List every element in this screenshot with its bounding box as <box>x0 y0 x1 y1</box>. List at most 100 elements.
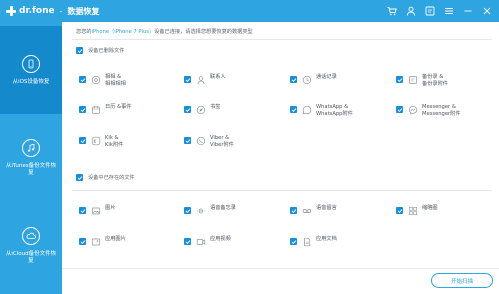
hint-prefix: 您您的 <box>76 29 92 35</box>
close-icon[interactable] <box>481 5 493 17</box>
sidebar-item-label: 从iCloud备份文件恢复 <box>5 251 57 264</box>
thumbnail-icon <box>407 205 418 216</box>
item-calendar[interactable]: 日历 &事件 <box>79 104 131 115</box>
item-label: 相相 & 相相相相 <box>105 74 126 87</box>
checkbox[interactable] <box>396 76 403 83</box>
checkbox[interactable] <box>76 47 83 54</box>
item-contacts[interactable]: 联系人 <box>184 74 226 85</box>
item-label: 备份录 & 备份录附件 <box>422 74 448 87</box>
section-existing-files[interactable]: 设备中已存在的文件 <box>76 174 135 181</box>
divider <box>72 39 492 40</box>
checkbox[interactable] <box>184 137 191 144</box>
kik-icon <box>90 135 101 146</box>
checkbox[interactable] <box>290 76 297 83</box>
item-label: Messenger & Messenger附件 <box>422 104 461 117</box>
item-label: 缩略图 <box>422 205 438 211</box>
divider <box>72 190 492 191</box>
item-app-photos[interactable]: 应用图片 <box>79 236 126 247</box>
cloud-icon <box>22 227 40 245</box>
checkbox[interactable] <box>184 207 191 214</box>
checkbox[interactable] <box>79 207 86 214</box>
title-separator: - <box>59 6 63 16</box>
cart-icon[interactable] <box>386 5 398 17</box>
sidebar-item-label: 从iTunes备份文件恢复 <box>5 163 57 176</box>
voicemail-icon <box>407 74 418 85</box>
item-call-log[interactable]: 通话记录 <box>290 74 337 85</box>
item-label: 书签 <box>210 104 221 110</box>
messenger-icon <box>407 104 418 115</box>
menu-icon[interactable] <box>443 5 455 17</box>
sidebar-item-icloud-backup[interactable]: 从iCloud备份文件恢复 <box>0 202 62 290</box>
drfone-plus-icon <box>6 6 16 16</box>
app-photo-icon <box>90 236 101 247</box>
footer-divider <box>62 268 499 269</box>
item-kik[interactable]: Kik & Kik附件 <box>79 135 123 148</box>
item-images[interactable]: 图片 <box>79 205 115 216</box>
checkbox[interactable] <box>184 76 191 83</box>
item-label: WhatsApp & WhatsApp附件 <box>316 104 353 117</box>
item-label: 日历 &事件 <box>105 104 132 110</box>
user-icon[interactable] <box>405 5 417 17</box>
start-scan-button[interactable]: 开始扫描 <box>431 273 493 288</box>
item-whatsapp[interactable]: WhatsApp & WhatsApp附件 <box>290 104 353 117</box>
item-label: Viber & Viber附件 <box>210 135 234 148</box>
app-document-icon <box>301 236 312 247</box>
checkbox[interactable] <box>396 106 403 113</box>
checkbox[interactable] <box>290 106 297 113</box>
checkbox[interactable] <box>79 137 86 144</box>
phone-icon <box>22 54 40 73</box>
checkbox[interactable] <box>79 76 86 83</box>
item-voice-memos[interactable]: 备份录 & 备份录附件 <box>396 74 448 87</box>
section-label: 设备中已存在的文件 <box>88 175 135 181</box>
viber-icon <box>195 135 206 146</box>
main-panel: 您您的iPhone（iPhone 7 Plus）设备已连接，请选择您想要恢复的数… <box>62 22 499 294</box>
contacts-icon <box>195 74 206 85</box>
app-video-icon <box>195 236 206 247</box>
sidebar-item-itunes-backup[interactable]: 从iTunes备份文件恢复 <box>0 114 62 202</box>
checkbox[interactable] <box>76 174 83 181</box>
item-app-documents[interactable]: 应用文档 <box>290 236 337 247</box>
item-app-videos[interactable]: 应用视频 <box>184 236 231 247</box>
whatsapp-icon <box>301 104 312 115</box>
checkbox[interactable] <box>79 238 86 245</box>
item-viber[interactable]: Viber & Viber附件 <box>184 135 234 148</box>
item-label: 应用文档 <box>316 236 337 242</box>
image-icon <box>90 205 101 216</box>
item-label: 通话记录 <box>316 74 337 80</box>
checkbox[interactable] <box>290 207 297 214</box>
item-photos[interactable]: 相相 & 相相相相 <box>79 74 126 87</box>
voice-memo-icon <box>195 205 206 216</box>
checkbox[interactable] <box>184 106 191 113</box>
checkbox[interactable] <box>396 207 403 214</box>
checkbox[interactable] <box>290 238 297 245</box>
brand-name: dr.fone <box>19 6 55 16</box>
calendar-icon <box>90 104 101 115</box>
item-messenger[interactable]: Messenger & Messenger附件 <box>396 104 461 117</box>
item-thumbnails[interactable]: 缩略图 <box>396 205 438 216</box>
title-bar: dr.fone - 数据恢复 <box>0 0 499 22</box>
item-label: 应用视频 <box>210 236 231 242</box>
safari-icon <box>195 104 206 115</box>
checkbox[interactable] <box>184 238 191 245</box>
item-bookmarks[interactable]: 书签 <box>184 104 220 115</box>
sidebar: 从iOS设备恢复 从iTunes备份文件恢复 从iCloud备份文件恢复 <box>0 22 62 294</box>
photo-icon <box>90 74 101 85</box>
voice-mail-icon <box>301 205 312 216</box>
app-logo: dr.fone - 数据恢复 <box>6 4 100 18</box>
call-log-icon <box>301 74 312 85</box>
feedback-icon[interactable] <box>424 5 436 17</box>
sidebar-item-ios-device[interactable]: 从iOS设备恢复 <box>0 26 62 114</box>
hint-suffix: 设备已连接，请选择您想要恢复的数据类型 <box>154 29 253 35</box>
item-label: 语音备忘录 <box>210 205 236 211</box>
item-label: 图片 <box>105 205 116 211</box>
device-name: iPhone（iPhone 7 Plus） <box>91 29 155 35</box>
section-label: 设备已删除文件 <box>88 48 125 54</box>
sidebar-item-label: 从iOS设备恢复 <box>12 78 50 85</box>
checkbox[interactable] <box>79 106 86 113</box>
module-name: 数据恢复 <box>67 6 100 16</box>
item-voice-memos-existing[interactable]: 语音备忘录 <box>184 205 236 216</box>
music-note-icon <box>22 139 40 157</box>
item-voicemail[interactable]: 语音留言 <box>290 205 337 216</box>
section-deleted-files[interactable]: 设备已删除文件 <box>76 47 124 54</box>
minimize-icon[interactable] <box>462 5 474 17</box>
